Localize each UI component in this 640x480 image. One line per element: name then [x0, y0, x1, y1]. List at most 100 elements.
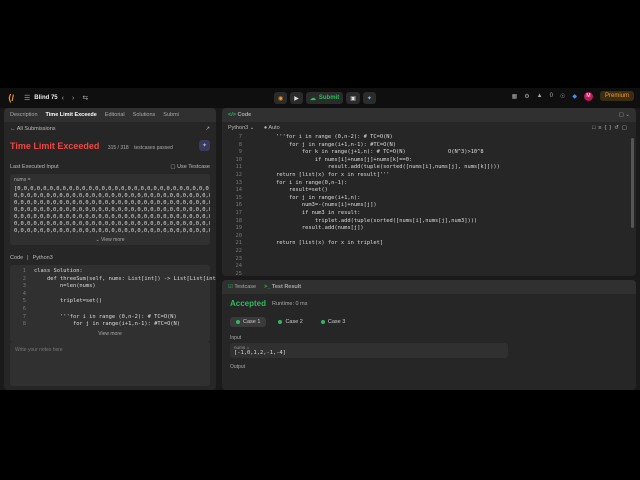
- list-icon[interactable]: ☰: [24, 94, 30, 102]
- leetcode-app: ⟨/ ☰ Blind 75 ‹ › ⇆ ◉ ▶ ☁ Submit ▣ ✦ ▦ ⚙…: [0, 88, 640, 390]
- editor-scrollbar[interactable]: [631, 138, 634, 228]
- line-code: def threeSum(self, nums: List[int]) -> L…: [34, 275, 216, 282]
- line-number: 22: [235, 247, 243, 254]
- case-tab-3[interactable]: Case 3: [315, 317, 351, 327]
- line-number: 20: [235, 232, 243, 239]
- last-input-header: Last Executed Input ▢ Use Testcase: [4, 160, 216, 174]
- fire-icon[interactable]: ▲: [537, 93, 543, 99]
- reset-icon[interactable]: ↺: [614, 125, 622, 131]
- line-code: result.add(nums[j]): [250, 225, 364, 232]
- ai-analyze-icon[interactable]: ✦: [198, 139, 210, 151]
- cloud-upload-icon: ☁: [309, 95, 316, 102]
- layout-icon[interactable]: ▦: [512, 93, 518, 100]
- tab-description[interactable]: Description: [10, 112, 38, 118]
- collapse-icon[interactable]: ⌄: [625, 112, 630, 118]
- use-testcase-label: Use Testcase: [177, 164, 210, 170]
- runtime-text: Runtime: 0 ms: [272, 300, 308, 307]
- accepted-status: Accepted: [230, 299, 267, 308]
- line-number: 23: [235, 255, 243, 262]
- input-line: 0,0,0,0,0,0,0,0,0,0,0,0,0,0,0,0,0,0,0,0,…: [14, 214, 210, 220]
- code-line: 10 if nums[i]+nums[j]+nums[k]==0:: [226, 157, 636, 165]
- code-line: 1 class Solution:: [10, 268, 210, 276]
- maximize-icon[interactable]: ▢: [619, 112, 624, 118]
- notes-input[interactable]: Write your notes here: [10, 342, 210, 386]
- output-label: Output: [230, 364, 246, 370]
- code-line: 9 for k in range(j+1,n): # TC=O(N) O(N^3…: [226, 149, 636, 157]
- last-input-box: nums = [0,0,0,0,0,0,0,0,0,0,0,0,0,0,0,0,…: [10, 174, 210, 245]
- problem-list-title[interactable]: Blind 75: [34, 95, 57, 101]
- view-more-label: View more: [101, 237, 125, 243]
- chevron-down-icon: ⌄: [249, 125, 255, 131]
- submitted-code-box: 1 class Solution: 2 def threeSum(self, num…: [10, 265, 216, 342]
- line-number: 7: [22, 313, 26, 320]
- use-testcase-button[interactable]: ▢ Use Testcase: [170, 164, 210, 170]
- play-icon: ▶: [294, 95, 299, 102]
- braces-icon[interactable]: {}: [605, 125, 615, 131]
- bell-icon[interactable]: ☉: [560, 93, 565, 100]
- submit-label: Submit: [318, 95, 340, 101]
- submit-button[interactable]: ☁ Submit: [305, 92, 344, 104]
- line-number: 11: [235, 164, 243, 171]
- bug-icon: ◉: [278, 95, 284, 102]
- line-number: 8: [22, 321, 26, 328]
- code-line: 22: [226, 248, 636, 256]
- tab-testcase[interactable]: ☑ Testcase: [228, 284, 256, 290]
- chevron-left-icon[interactable]: ‹: [62, 95, 64, 102]
- tab-solutions[interactable]: Solutions: [133, 112, 156, 118]
- line-number: 8: [238, 141, 242, 148]
- test-panel: ☑ Testcase >_ Test Result Accepted Runti…: [222, 280, 636, 390]
- input-line: 0,0,0,0,0,0,0,0,0,0,0,0,0,0,0,0,0,0,0,0,…: [14, 200, 210, 206]
- run-button[interactable]: ▶: [290, 92, 303, 104]
- line-number: 25: [235, 270, 243, 276]
- input-line: 0,0,0,0,0,0,0,0,0,0,0,0,0,0,0,0,0,0,0,0,…: [14, 207, 210, 213]
- fullscreen-icon[interactable]: ▢: [622, 125, 630, 131]
- share-icon[interactable]: ↗: [205, 126, 210, 132]
- last-input-label: Last Executed Input: [10, 164, 59, 170]
- tab-test-result[interactable]: >_ Test Result: [264, 284, 301, 290]
- test-tabs: ☑ Testcase >_ Test Result: [222, 280, 636, 294]
- top-nav: ⟨/ ☰ Blind 75 ‹ › ⇆ ◉ ▶ ☁ Submit ▣ ✦ ▦ ⚙…: [0, 88, 640, 108]
- code-line: 6: [10, 306, 210, 314]
- case-tab-1[interactable]: Case 1: [230, 317, 267, 327]
- all-submissions-label: All Submissions: [16, 126, 56, 132]
- tab-submission-result[interactable]: Time Limit Exceede: [46, 112, 97, 118]
- premium-button[interactable]: Premium: [599, 91, 634, 101]
- debug-button[interactable]: ◉: [274, 92, 288, 104]
- shuffle-icon[interactable]: ⇆: [82, 94, 88, 102]
- code-view-more[interactable]: View more: [10, 329, 210, 339]
- all-submissions-link[interactable]: ← All Submissions: [10, 126, 56, 132]
- line-number: 1: [22, 268, 26, 274]
- line-code: num3=-(nums[i]+nums[j]): [250, 202, 377, 209]
- input-view-more[interactable]: ⌄ View more: [10, 235, 210, 245]
- code-line: 25: [226, 271, 636, 276]
- settings-icon[interactable]: ⚙: [524, 93, 529, 100]
- ai-button[interactable]: ✦: [362, 92, 376, 104]
- notes-button[interactable]: ▣: [346, 92, 360, 104]
- line-number: 24: [235, 263, 243, 270]
- avatar[interactable]: M: [583, 91, 593, 101]
- passed-count: 315 / 318: [107, 145, 129, 151]
- line-code: '''for i in range (0,n-2): # TC=O(N): [34, 313, 177, 320]
- code-section-lang: Python3: [32, 255, 53, 261]
- line-number: 16: [235, 202, 243, 209]
- line-code: n=len(nums): [34, 283, 96, 290]
- code-line: 24: [226, 263, 636, 271]
- code-line: 2 def threeSum(self, nums: List[int]) ->…: [10, 276, 216, 284]
- line-number: 10: [235, 156, 243, 163]
- language-label: Python3: [228, 125, 249, 131]
- auto-toggle[interactable]: ● Auto: [264, 125, 280, 131]
- tab-submissions[interactable]: Submi: [163, 112, 179, 118]
- tab-editorial[interactable]: Editorial: [105, 112, 125, 118]
- tab-code[interactable]: </> Code: [228, 112, 251, 118]
- chevron-right-icon[interactable]: ›: [72, 95, 74, 102]
- language-select[interactable]: Python3 ⌄: [228, 125, 254, 131]
- code-editor[interactable]: 7 '''for i in range (0,n-2): # TC=O(N) 8 …: [222, 134, 636, 276]
- code-line: 20: [226, 233, 636, 241]
- input-line: [0,0,0,0,0,0,0,0,0,0,0,0,0,0,0,0,0,0,0,0…: [14, 186, 210, 192]
- case-tab-2[interactable]: Case 2: [272, 317, 308, 327]
- leetcode-logo-icon[interactable]: ⟨/: [8, 93, 14, 104]
- line-code: for i in range(0,n-1):: [250, 179, 348, 186]
- extension-icon[interactable]: ◆: [572, 93, 577, 100]
- line-number: 3: [22, 283, 26, 290]
- line-number: 15: [235, 194, 243, 201]
